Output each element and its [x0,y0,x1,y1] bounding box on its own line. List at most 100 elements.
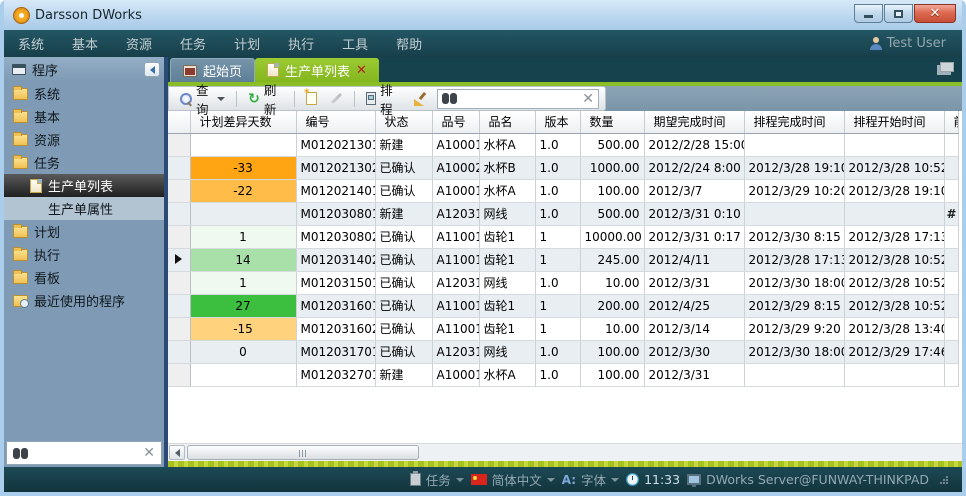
cell-sched_start[interactable]: 2012/3/29 17:46 [844,340,944,363]
cell-extra[interactable] [944,363,958,386]
col-header-item_no[interactable]: 品号 [432,111,479,133]
cell-item_no[interactable]: A11001 [432,248,479,271]
row-selector[interactable] [168,294,190,317]
clean-button[interactable] [410,90,432,108]
new-button[interactable] [302,90,321,107]
cell-expect_time[interactable]: 2012/3/31 0:17 [644,225,744,248]
cell-status[interactable]: 已确认 [375,294,432,317]
cell-version[interactable]: 1.0 [535,271,580,294]
cell-extra[interactable] [944,340,958,363]
cell-sched_start[interactable]: 2012/3/28 10:52 [844,294,944,317]
cell-diff[interactable] [190,133,296,156]
cell-item_no[interactable]: A10001 [432,179,479,202]
cell-extra[interactable] [944,156,958,179]
cell-code[interactable]: M012030802 [296,225,375,248]
scroll-left-button[interactable] [169,445,185,460]
col-header-qty[interactable]: 数量 [580,111,644,133]
close-button[interactable]: ✕ [914,4,956,23]
cell-status[interactable]: 新建 [375,363,432,386]
cell-qty[interactable]: 10.00 [580,271,644,294]
cell-expect_time[interactable]: 2012/3/7 [644,179,744,202]
cell-status[interactable]: 新建 [375,202,432,225]
sidebar-item-resource[interactable]: 资源 [4,128,164,151]
cell-extra[interactable]: # [944,202,958,225]
row-selector[interactable] [168,156,190,179]
cell-sched_finish[interactable]: 2012/3/28 19:10 [744,156,844,179]
cell-diff[interactable]: 0 [190,340,296,363]
cell-code[interactable]: M012031601 [296,294,375,317]
cell-sched_finish[interactable]: 2012/3/29 9:20 [744,317,844,340]
font-menu[interactable]: A: 字体 [562,470,619,489]
row-selector[interactable] [168,363,190,386]
col-header-expect_time[interactable]: 期望完成时间 [644,111,744,133]
cell-status[interactable]: 已确认 [375,248,432,271]
cell-sched_start[interactable]: 2012/3/28 10:52 [844,156,944,179]
cell-code[interactable]: M012031602 [296,317,375,340]
cell-code[interactable]: M012021301 [296,133,375,156]
col-header-sched_finish[interactable]: 排程完成时间 [744,111,844,133]
cell-sched_finish[interactable]: 2012/3/30 18:00 [744,271,844,294]
row-selector[interactable] [168,317,190,340]
cell-sched_start[interactable]: 2012/3/28 10:52 [844,271,944,294]
cell-version[interactable]: 1 [535,248,580,271]
menu-item-tools[interactable]: 工具 [328,29,382,58]
cell-code[interactable]: M012031501 [296,271,375,294]
user-indicator[interactable]: Test User [870,36,962,51]
cell-item_name[interactable]: 水杯B [479,156,535,179]
cell-code[interactable]: M012021401 [296,179,375,202]
cell-expect_time[interactable]: 2012/2/24 8:00 [644,156,744,179]
cell-extra[interactable] [944,179,958,202]
sidebar-item-execute[interactable]: 执行 [4,243,164,266]
sidebar-item-recent[interactable]: 最近使用的程序 [4,289,164,312]
cell-expect_time[interactable]: 2012/2/28 15:00 [644,133,744,156]
cell-expect_time[interactable]: 2012/3/14 [644,317,744,340]
cell-item_no[interactable]: A12031 [432,340,479,363]
cell-version[interactable]: 1.0 [535,133,580,156]
cell-sched_finish[interactable]: 2012/3/29 10:20 [744,179,844,202]
cell-diff[interactable]: 27 [190,294,296,317]
sidebar-item-task[interactable]: 任务 [4,151,164,174]
cell-version[interactable]: 1.0 [535,340,580,363]
sidebar-item-plan[interactable]: 计划 [4,220,164,243]
cell-sched_start[interactable] [844,202,944,225]
task-menu[interactable]: 任务 [410,470,464,489]
cell-qty[interactable]: 200.00 [580,294,644,317]
menu-item-resource[interactable]: 资源 [112,29,166,58]
cell-extra[interactable] [944,248,958,271]
cell-item_no[interactable]: A10001 [432,363,479,386]
scrollbar-thumb[interactable] [187,445,419,460]
cell-qty[interactable]: 10000.00 [580,225,644,248]
cell-item_no[interactable]: A10002 [432,156,479,179]
cell-version[interactable]: 1 [535,317,580,340]
cell-sched_start[interactable]: 2012/3/28 17:13 [844,225,944,248]
row-selector[interactable] [168,179,190,202]
cell-extra[interactable] [944,133,958,156]
row-selector[interactable] [168,340,190,363]
refresh-button[interactable]: ↻ 刷新 [244,78,287,120]
row-selector[interactable] [168,225,190,248]
cell-item_name[interactable]: 网线 [479,202,535,225]
cell-sched_start[interactable] [844,363,944,386]
cell-status[interactable]: 已确认 [375,340,432,363]
cell-extra[interactable] [944,271,958,294]
cell-sched_finish[interactable]: 2012/3/29 8:15 [744,294,844,317]
cell-item_no[interactable]: A11001 [432,225,479,248]
cell-code[interactable]: M012031701 [296,340,375,363]
schedule-button[interactable]: 排程 [362,78,405,120]
cell-item_name[interactable]: 水杯A [479,179,535,202]
table-search-input[interactable] [461,92,578,106]
col-header-version[interactable]: 版本 [535,111,580,133]
menu-item-plan[interactable]: 计划 [220,29,274,58]
sidebar-search-clear-icon[interactable]: ✕ [143,446,155,460]
cell-qty[interactable]: 10.00 [580,317,644,340]
table-search-clear-icon[interactable]: ✕ [582,92,594,106]
cell-sched_finish[interactable]: 2012/3/30 8:15 [744,225,844,248]
col-header-extra[interactable]: 前 [944,111,958,133]
cell-status[interactable]: 已确认 [375,156,432,179]
cell-qty[interactable]: 100.00 [580,363,644,386]
cell-status[interactable]: 已确认 [375,225,432,248]
cell-qty[interactable]: 100.00 [580,179,644,202]
col-header-item_name[interactable]: 品名 [479,111,535,133]
cell-expect_time[interactable]: 2012/3/30 [644,340,744,363]
cell-status[interactable]: 已确认 [375,179,432,202]
